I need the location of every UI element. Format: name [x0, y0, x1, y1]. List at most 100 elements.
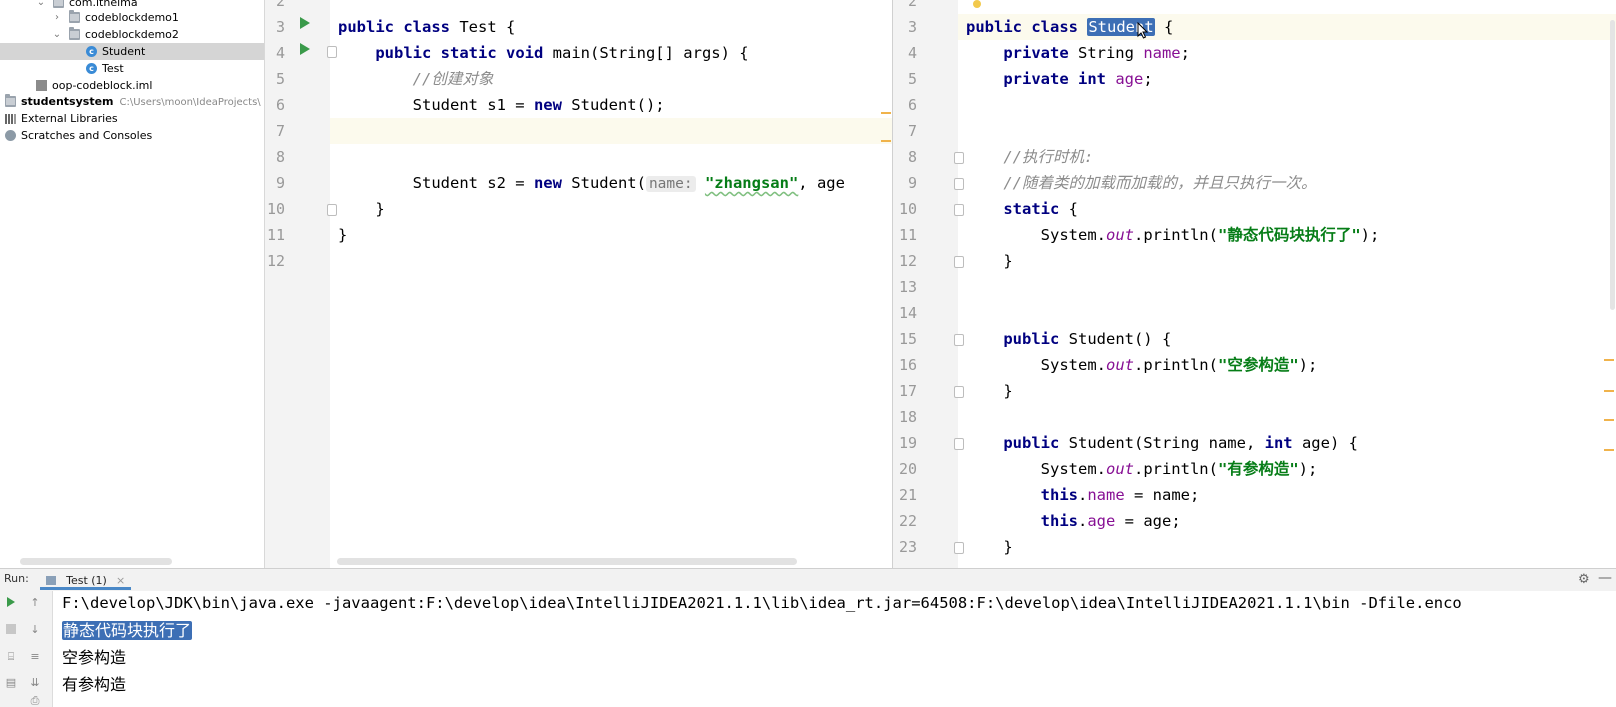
print-icon[interactable]: ⎙	[29, 695, 41, 707]
fold-marker-icon[interactable]	[954, 386, 964, 398]
string-literal: "静态代码块执行了"	[1217, 226, 1361, 244]
keyword: private	[966, 44, 1078, 62]
code-token: ;	[1143, 70, 1153, 88]
keyword: int	[1077, 70, 1116, 88]
line-number: 5	[275, 70, 285, 88]
fold-marker-icon[interactable]	[327, 46, 337, 58]
console-line[interactable]: F:\develop\JDK\bin\java.exe -javaagent:F…	[62, 590, 1462, 617]
fold-marker-icon[interactable]	[954, 178, 964, 190]
code-token: String	[1077, 44, 1144, 62]
code-line[interactable]: public Student() {	[966, 326, 1171, 352]
left-code-area[interactable]: public class Test { public static void m…	[330, 0, 892, 568]
code-line[interactable]: }	[966, 534, 1012, 560]
horizontal-scrollbar[interactable]	[337, 558, 797, 565]
console-line[interactable]: 有参构造	[62, 671, 126, 698]
console-line[interactable]: 空参构造	[62, 644, 126, 671]
code-line[interactable]: }	[338, 196, 384, 222]
tree-item[interactable]: oop-codeblock.iml	[0, 77, 264, 94]
line-number: 10	[266, 200, 285, 218]
code-line[interactable]: System.out.println("静态代码块执行了");	[966, 222, 1380, 248]
fold-marker-icon[interactable]	[327, 204, 337, 216]
line-number: 4	[907, 44, 917, 62]
code-line[interactable]: this.age = age;	[966, 508, 1181, 534]
chevron-down-icon[interactable]: ⌄	[52, 26, 62, 43]
run-class-icon[interactable]	[300, 17, 310, 29]
layout-icon[interactable]: ▤	[5, 677, 17, 689]
tree-item[interactable]: c Test	[0, 60, 264, 77]
line-number: 3	[907, 18, 917, 36]
rerun-icon[interactable]	[7, 597, 15, 607]
code-comment: //创建对象	[338, 70, 494, 88]
close-icon[interactable]: ×	[116, 574, 125, 587]
chevron-right-icon[interactable]: ›	[52, 9, 62, 26]
code-line[interactable]: //随着类的加载而加载的，并且只执行一次。	[966, 170, 1317, 196]
code-token: );	[1298, 356, 1318, 374]
current-line-highlight	[330, 118, 892, 144]
tree-item[interactable]: Scratches and Consoles	[0, 127, 264, 144]
fold-marker-icon[interactable]	[954, 438, 964, 450]
error-stripe-mark[interactable]	[1604, 390, 1614, 392]
code-line[interactable]: //创建对象	[338, 66, 494, 92]
code-line[interactable]: }	[338, 222, 347, 248]
keyword: new	[533, 96, 572, 114]
code-token: }	[966, 252, 1013, 270]
line-number: 14	[898, 304, 917, 322]
code-line[interactable]: Student s1 = new Student();	[338, 92, 665, 118]
error-stripe-mark[interactable]	[1604, 419, 1614, 421]
error-stripe-mark[interactable]	[1604, 359, 1614, 361]
code-line[interactable]: static {	[966, 196, 1078, 222]
code-line[interactable]: public class Test {	[338, 14, 515, 40]
error-stripe-mark[interactable]	[881, 140, 891, 142]
tree-item[interactable]: ›studentsystemC:\Users\moon\IdeaProjects…	[0, 93, 264, 110]
right-line-numbers: 2 3 4 5 6 7 8 9 10 11 12 13 14 15 16 17 18 19 20 21 22 23	[893, 0, 939, 568]
line-number: 9	[275, 174, 285, 192]
error-stripe-mark[interactable]	[1604, 449, 1614, 451]
gear-icon[interactable]: ⚙	[1578, 572, 1590, 587]
tree-item[interactable]: ›External Libraries	[0, 110, 264, 127]
console-line[interactable]: 静态代码块执行了	[62, 617, 193, 644]
code-line[interactable]: private String name;	[966, 40, 1190, 66]
code-token: out	[1105, 460, 1134, 478]
code-line[interactable]: Student s2 = new Student(name: "zhangsan…	[338, 170, 845, 196]
code-line[interactable]: }	[966, 248, 1013, 274]
lightbulb-icon[interactable]	[973, 0, 981, 8]
string-literal: "有参构造"	[1217, 460, 1299, 478]
code-line[interactable]: private int age;	[966, 66, 1153, 92]
code-token: .	[1077, 512, 1088, 530]
fold-marker-icon[interactable]	[954, 334, 964, 346]
code-line[interactable]: public static void main(String[] args) {	[338, 40, 748, 66]
arrow-up-icon[interactable]: ↑	[29, 597, 41, 609]
fold-marker-icon[interactable]	[954, 542, 964, 554]
code-line[interactable]: System.out.println("空参构造");	[966, 352, 1318, 378]
vertical-scrollbar[interactable]	[1610, 20, 1615, 310]
code-line[interactable]: this.name = name;	[966, 482, 1200, 508]
code-line[interactable]: //执行时机:	[966, 144, 1093, 170]
keyword: public	[966, 434, 1069, 452]
code-token: );	[1360, 226, 1380, 244]
run-tab[interactable]: Test (1) ×	[40, 570, 132, 590]
tree-item[interactable]: › codeblockdemo1	[0, 9, 264, 26]
code-token: Student s1 =	[338, 96, 534, 114]
tree-item[interactable]: ⌄ codeblockdemo2	[0, 26, 264, 43]
code-token: Student();	[571, 96, 665, 114]
scroll-to-end-icon[interactable]: ⇊	[29, 677, 41, 689]
fold-marker-icon[interactable]	[954, 204, 964, 216]
stop-icon[interactable]	[6, 624, 16, 634]
arrow-down-icon[interactable]: ↓	[29, 624, 41, 636]
error-stripe-mark[interactable]	[881, 112, 891, 114]
code-line[interactable]: System.out.println("有参构造");	[966, 456, 1318, 482]
camera-icon[interactable]: ⌸	[5, 651, 17, 663]
code-comment: //随着类的加载而加载的，并且只执行一次。	[966, 174, 1317, 192]
fold-marker-icon[interactable]	[954, 152, 964, 164]
tree-item[interactable]: c Student	[0, 43, 264, 60]
code-line[interactable]: public Student(String name, int age) {	[966, 430, 1358, 456]
fold-marker-icon[interactable]	[954, 256, 964, 268]
line-number: 12	[898, 252, 917, 270]
tree-horizontal-scrollbar[interactable]	[20, 558, 172, 565]
minimize-icon[interactable]: —	[1598, 570, 1612, 586]
run-main-icon[interactable]	[300, 43, 310, 55]
keyword: class	[1031, 18, 1088, 36]
soft-wrap-icon[interactable]: ≡	[29, 651, 41, 663]
code-line[interactable]: }	[966, 378, 1012, 404]
right-code-area[interactable]: public class Student { private String na…	[958, 0, 1616, 568]
